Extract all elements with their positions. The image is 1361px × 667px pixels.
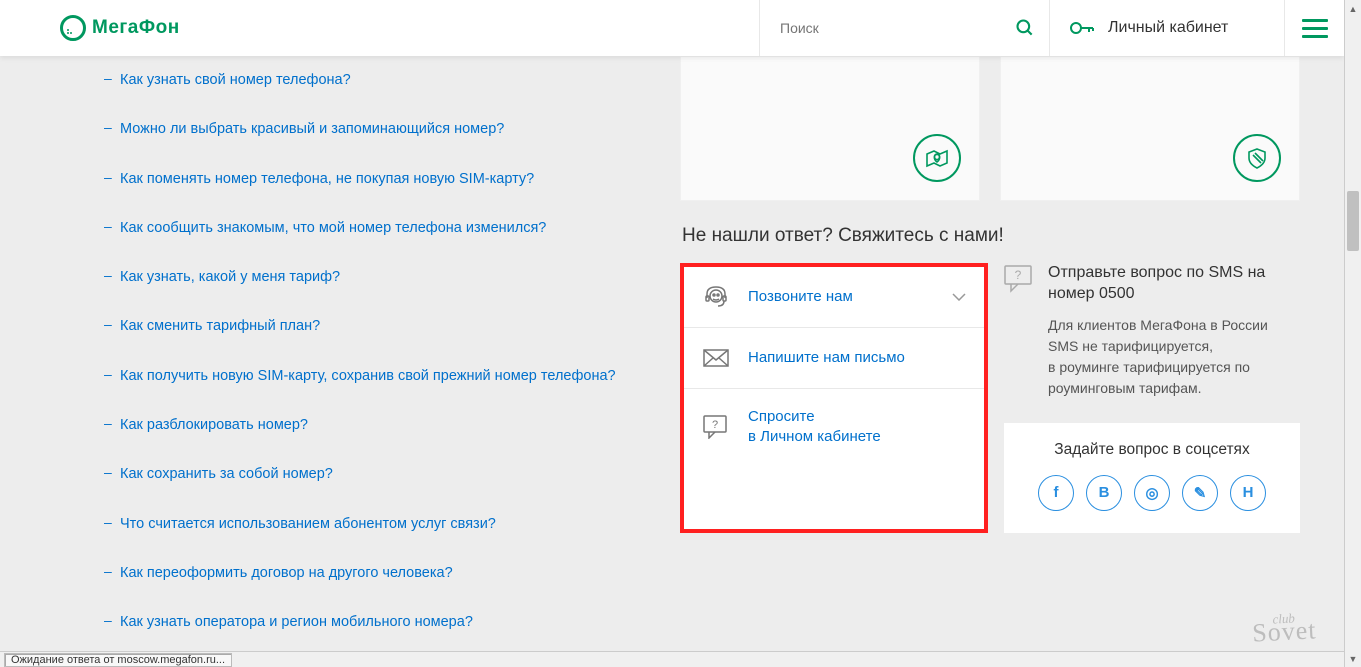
key-icon — [1070, 20, 1094, 36]
logo[interactable]: МегаФон — [60, 15, 180, 41]
mail-icon — [702, 346, 730, 370]
sms-description: Для клиентов МегаФона в России SMS не та… — [1048, 315, 1300, 399]
menu-button[interactable] — [1284, 0, 1344, 56]
faq-item: –Как поменять номер телефона, не покупая… — [60, 155, 660, 204]
faq-link[interactable]: Можно ли выбрать красивый и запоминающий… — [120, 119, 504, 139]
faq-link[interactable]: Как разблокировать номер? — [120, 415, 308, 435]
scroll-thumb[interactable] — [1347, 191, 1359, 251]
contact-heading: Не нашли ответ? Свяжитесь с нами! — [682, 225, 1300, 247]
contact-write-label: Напишите нам письмо — [748, 348, 966, 368]
contact-write[interactable]: Напишите нам письмо — [684, 328, 984, 389]
faq-link[interactable]: Как переоформить договор на другого чело… — [120, 563, 453, 583]
dash-icon: – — [104, 267, 112, 283]
faq-item: –Как сообщить знакомым, что мой номер те… — [60, 204, 660, 253]
faq-link[interactable]: Как поменять номер телефона, не покупая … — [120, 169, 534, 189]
social-livejournal-button[interactable]: ✎ — [1182, 475, 1218, 511]
scroll-down-icon[interactable]: ▼ — [1345, 650, 1361, 667]
faq-item: –Можно ли выбрать красивый и запоминающи… — [60, 105, 660, 154]
faq-item: –Как узнать оператора и регион мобильног… — [60, 598, 660, 647]
faq-item: –Как получить новую SIM-карту, сохранив … — [60, 352, 660, 401]
faq-item: –Как сменить тарифный план? — [60, 302, 660, 351]
site-header: МегаФон Личный кабинет — [0, 0, 1344, 56]
dash-icon: – — [104, 119, 112, 135]
contact-ask-label: Спроситев Личном кабинете — [748, 407, 966, 448]
dash-icon: – — [104, 464, 112, 480]
status-text: Ожидание ответа от moscow.megafon.ru... — [4, 653, 232, 667]
faq-link[interactable]: Как узнать оператора и регион мобильного… — [120, 612, 473, 632]
chat-question-icon: ? — [1004, 265, 1034, 295]
info-card-coverage[interactable] — [680, 56, 980, 201]
cabinet-label: Личный кабинет — [1108, 19, 1228, 37]
contact-ask-cabinet[interactable]: ? Спроситев Личном кабинете — [684, 389, 984, 466]
dash-icon: – — [104, 316, 112, 332]
logo-text: МегаФон — [92, 17, 180, 39]
faq-link[interactable]: Как сохранить за собой номер? — [120, 464, 333, 484]
faq-link[interactable]: Что считается использованием абонентом у… — [120, 514, 496, 534]
social-title: Задайте вопрос в соцсетях — [1018, 441, 1286, 459]
contact-call[interactable]: Позвоните нам — [684, 267, 984, 328]
contact-options-box: Позвоните нам Напишите нам письмо — [680, 263, 988, 533]
dash-icon: – — [104, 218, 112, 234]
dash-icon: – — [104, 415, 112, 431]
social-odnoklassniki-button[interactable]: ◎ — [1134, 475, 1170, 511]
dash-icon: – — [104, 514, 112, 530]
faq-link[interactable]: Как сменить тарифный план? — [120, 316, 320, 336]
svg-text:?: ? — [712, 419, 718, 431]
info-card-protection[interactable] — [1000, 56, 1300, 201]
search-box[interactable] — [759, 0, 1049, 56]
social-habr-button[interactable]: Н — [1230, 475, 1266, 511]
faq-link[interactable]: Как узнать свой номер телефона? — [120, 70, 351, 90]
social-facebook-button[interactable]: f — [1038, 475, 1074, 511]
dash-icon: – — [104, 563, 112, 579]
map-pin-icon — [913, 134, 961, 182]
search-input[interactable] — [780, 20, 1015, 36]
contact-call-label: Позвоните нам — [748, 287, 934, 307]
faq-link[interactable]: Как узнать, какой у меня тариф? — [120, 267, 340, 287]
social-card: Задайте вопрос в соцсетях fВ ◎ ✎ Н — [1004, 423, 1300, 533]
faq-item: –Что считается использованием абонентом … — [60, 500, 660, 549]
search-icon[interactable] — [1015, 18, 1035, 38]
dash-icon: – — [104, 612, 112, 628]
faq-item: –Как узнать, какой у меня тариф? — [60, 253, 660, 302]
faq-link[interactable]: Как сообщить знакомым, что мой номер тел… — [120, 218, 546, 238]
faq-item: –Как разблокировать номер? — [60, 401, 660, 450]
shield-icon — [1233, 134, 1281, 182]
faq-link[interactable]: Как получить новую SIM-карту, сохранив с… — [120, 366, 616, 386]
dash-icon: – — [104, 70, 112, 86]
browser-status-bar: Ожидание ответа от moscow.megafon.ru... — [0, 651, 1344, 667]
svg-text:?: ? — [1015, 268, 1022, 282]
scroll-up-icon[interactable]: ▲ — [1345, 0, 1361, 17]
faq-item: –Как узнать свой номер телефона? — [60, 56, 660, 105]
faq-list: –Как узнать свой номер телефона?–Можно л… — [60, 56, 660, 648]
dash-icon: – — [104, 366, 112, 382]
personal-cabinet-link[interactable]: Личный кабинет — [1049, 0, 1284, 56]
browser-scrollbar[interactable]: ▲ ▼ — [1344, 0, 1361, 667]
dash-icon: – — [104, 169, 112, 185]
social-vkontakte-button[interactable]: В — [1086, 475, 1122, 511]
chevron-down-icon — [952, 293, 966, 301]
chat-question-icon: ? — [702, 415, 730, 439]
sms-title: Отправьте вопрос по SMS на номер 0500 — [1048, 263, 1300, 305]
faq-item: –Как сохранить за собой номер? — [60, 450, 660, 499]
logo-icon — [60, 15, 86, 41]
faq-item: –Как переоформить договор на другого чел… — [60, 549, 660, 598]
sms-info: ? Отправьте вопрос по SMS на номер 0500 … — [1004, 263, 1300, 533]
headset-icon — [702, 285, 730, 309]
